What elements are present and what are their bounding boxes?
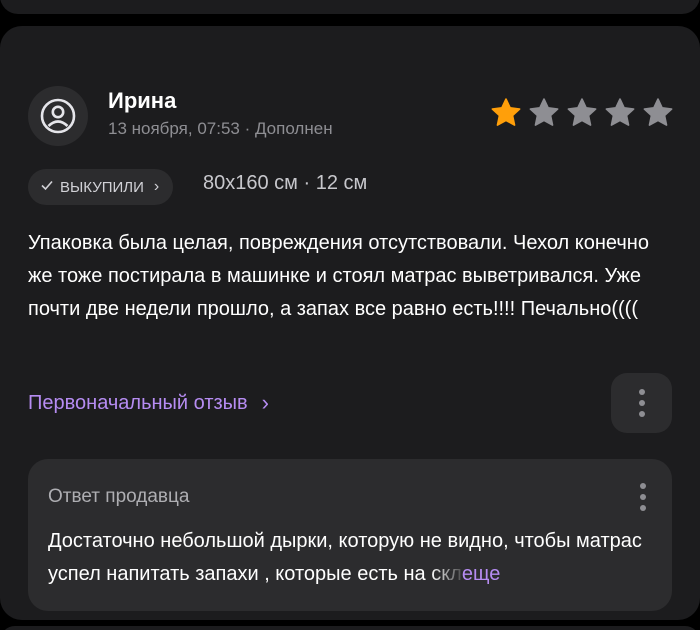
original-review-label: Первоначальный отзыв (28, 391, 248, 414)
review-text: Упаковка была целая, повреждения отсутст… (28, 232, 649, 320)
previous-card (0, 0, 700, 14)
review-date: 13 ноября, 07:53 · Дополнен (108, 119, 333, 138)
seller-reply-more-icon[interactable] (640, 483, 646, 511)
more-options-button[interactable] (611, 373, 672, 433)
seller-reply-title: Ответ продавца (48, 486, 190, 507)
seller-reply-faded: скл (431, 563, 462, 585)
badge-label: ВЫКУПИЛИ (60, 178, 144, 196)
star-empty-icon (643, 98, 673, 126)
check-icon (40, 178, 54, 196)
star-empty-icon (529, 98, 559, 126)
chevron-right-icon: › (261, 390, 269, 415)
purchased-badge[interactable]: ВЫКУПИЛИ › (28, 169, 174, 205)
avatar[interactable] (28, 86, 88, 146)
seller-reply-body: Достаточно небольшой дырки, которую не в… (48, 530, 642, 585)
more-vertical-icon (638, 389, 645, 395)
original-review-link[interactable]: Первоначальный отзыв › (28, 390, 269, 416)
star-filled-icon (491, 98, 521, 126)
seller-reply: Ответ продавца Достаточно небольшой дырк… (28, 459, 672, 611)
rating-stars (489, 96, 675, 130)
review-card: Ирина 13 ноября, 07:53 · Дополнен ВЫКУПИ… (0, 26, 700, 620)
star-empty-icon (605, 98, 635, 126)
chevron-right-icon: › (153, 178, 160, 195)
user-icon (40, 98, 76, 134)
author-name: Ирина (108, 88, 177, 113)
next-card (0, 626, 700, 630)
expand-link[interactable]: еще (462, 563, 500, 585)
star-empty-icon (567, 98, 597, 126)
product-variant: 80x160 см · 12 см (203, 172, 368, 194)
seller-reply-text: Достаточно небольшой дырки, которую не в… (48, 525, 652, 591)
